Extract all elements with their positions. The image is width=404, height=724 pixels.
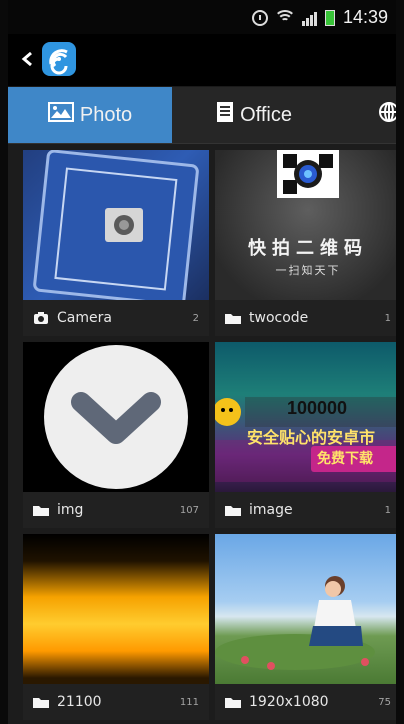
- album-count: 75: [378, 696, 391, 708]
- album-name: 1920x1080: [249, 694, 329, 710]
- app-logo[interactable]: [42, 42, 76, 76]
- camera-icon: [33, 311, 49, 325]
- album-count: 111: [179, 696, 199, 708]
- album-tile-21100[interactable]: 21100 111: [23, 534, 209, 720]
- thumb-title: 快拍二维码: [248, 238, 368, 259]
- thumb-number: 100000: [287, 398, 348, 418]
- album-thumbnail: [23, 150, 209, 307]
- tab-photo-label: Photo: [79, 103, 133, 126]
- back-arrow-icon[interactable]: [20, 51, 36, 67]
- album-name: 21100: [57, 694, 102, 710]
- tab-web[interactable]: [374, 87, 396, 143]
- album-tile-twocode[interactable]: 快拍二维码 一扫知天下 twocode 1: [215, 150, 396, 336]
- tab-office[interactable]: Office: [172, 87, 336, 143]
- battery-icon: [324, 9, 335, 26]
- folder-icon: [225, 312, 241, 324]
- photo-icon: [47, 102, 74, 128]
- album-thumbnail: [215, 534, 396, 684]
- folder-icon: [33, 504, 49, 516]
- album-tile-1920x1080[interactable]: 1920x1080 75: [215, 534, 396, 720]
- album-name: image: [249, 502, 293, 518]
- tab-photo[interactable]: Photo: [8, 87, 172, 143]
- album-tile-camera[interactable]: Camera 2: [23, 150, 209, 336]
- thumb-subtitle: 一扫知天下: [275, 264, 341, 277]
- signal-icon: [301, 10, 317, 26]
- album-count: 1: [384, 312, 391, 324]
- thumb-cta: 免费下载: [317, 451, 373, 467]
- action-bar: [8, 34, 396, 86]
- status-time: 14:39: [342, 7, 388, 27]
- album-count: 107: [179, 504, 199, 516]
- album-name: Camera: [57, 310, 112, 326]
- tab-office-label: Office: [240, 103, 292, 126]
- album-grid: Camera 2 快拍二维码 一扫知天下 twocode 1 img 107 1…: [8, 144, 396, 724]
- album-count: 1: [384, 504, 391, 516]
- phone-screen: 14:39 Photo Office Camera 2 快拍二维码 一扫知天下 …: [8, 0, 396, 724]
- document-icon: [216, 101, 234, 129]
- folder-icon: [33, 696, 49, 708]
- alarm-icon: [251, 9, 268, 26]
- album-count: 2: [192, 312, 199, 324]
- album-tile-img[interactable]: img 107: [23, 342, 209, 528]
- album-name: twocode: [249, 310, 309, 326]
- folder-icon: [225, 504, 241, 516]
- album-tile-image[interactable]: 100000 安全贴心的安卓市 免费下载 image 1: [215, 342, 396, 528]
- album-thumbnail: [23, 534, 209, 684]
- thumb-line: 安全贴心的安卓市: [247, 428, 376, 447]
- album-name: img: [57, 502, 84, 518]
- wifi-icon: [275, 9, 294, 26]
- status-bar: 14:39: [8, 0, 396, 34]
- globe-icon: [378, 101, 396, 129]
- folder-icon: [225, 696, 241, 708]
- category-tabs: Photo Office: [8, 87, 396, 144]
- album-thumbnail: [23, 342, 209, 492]
